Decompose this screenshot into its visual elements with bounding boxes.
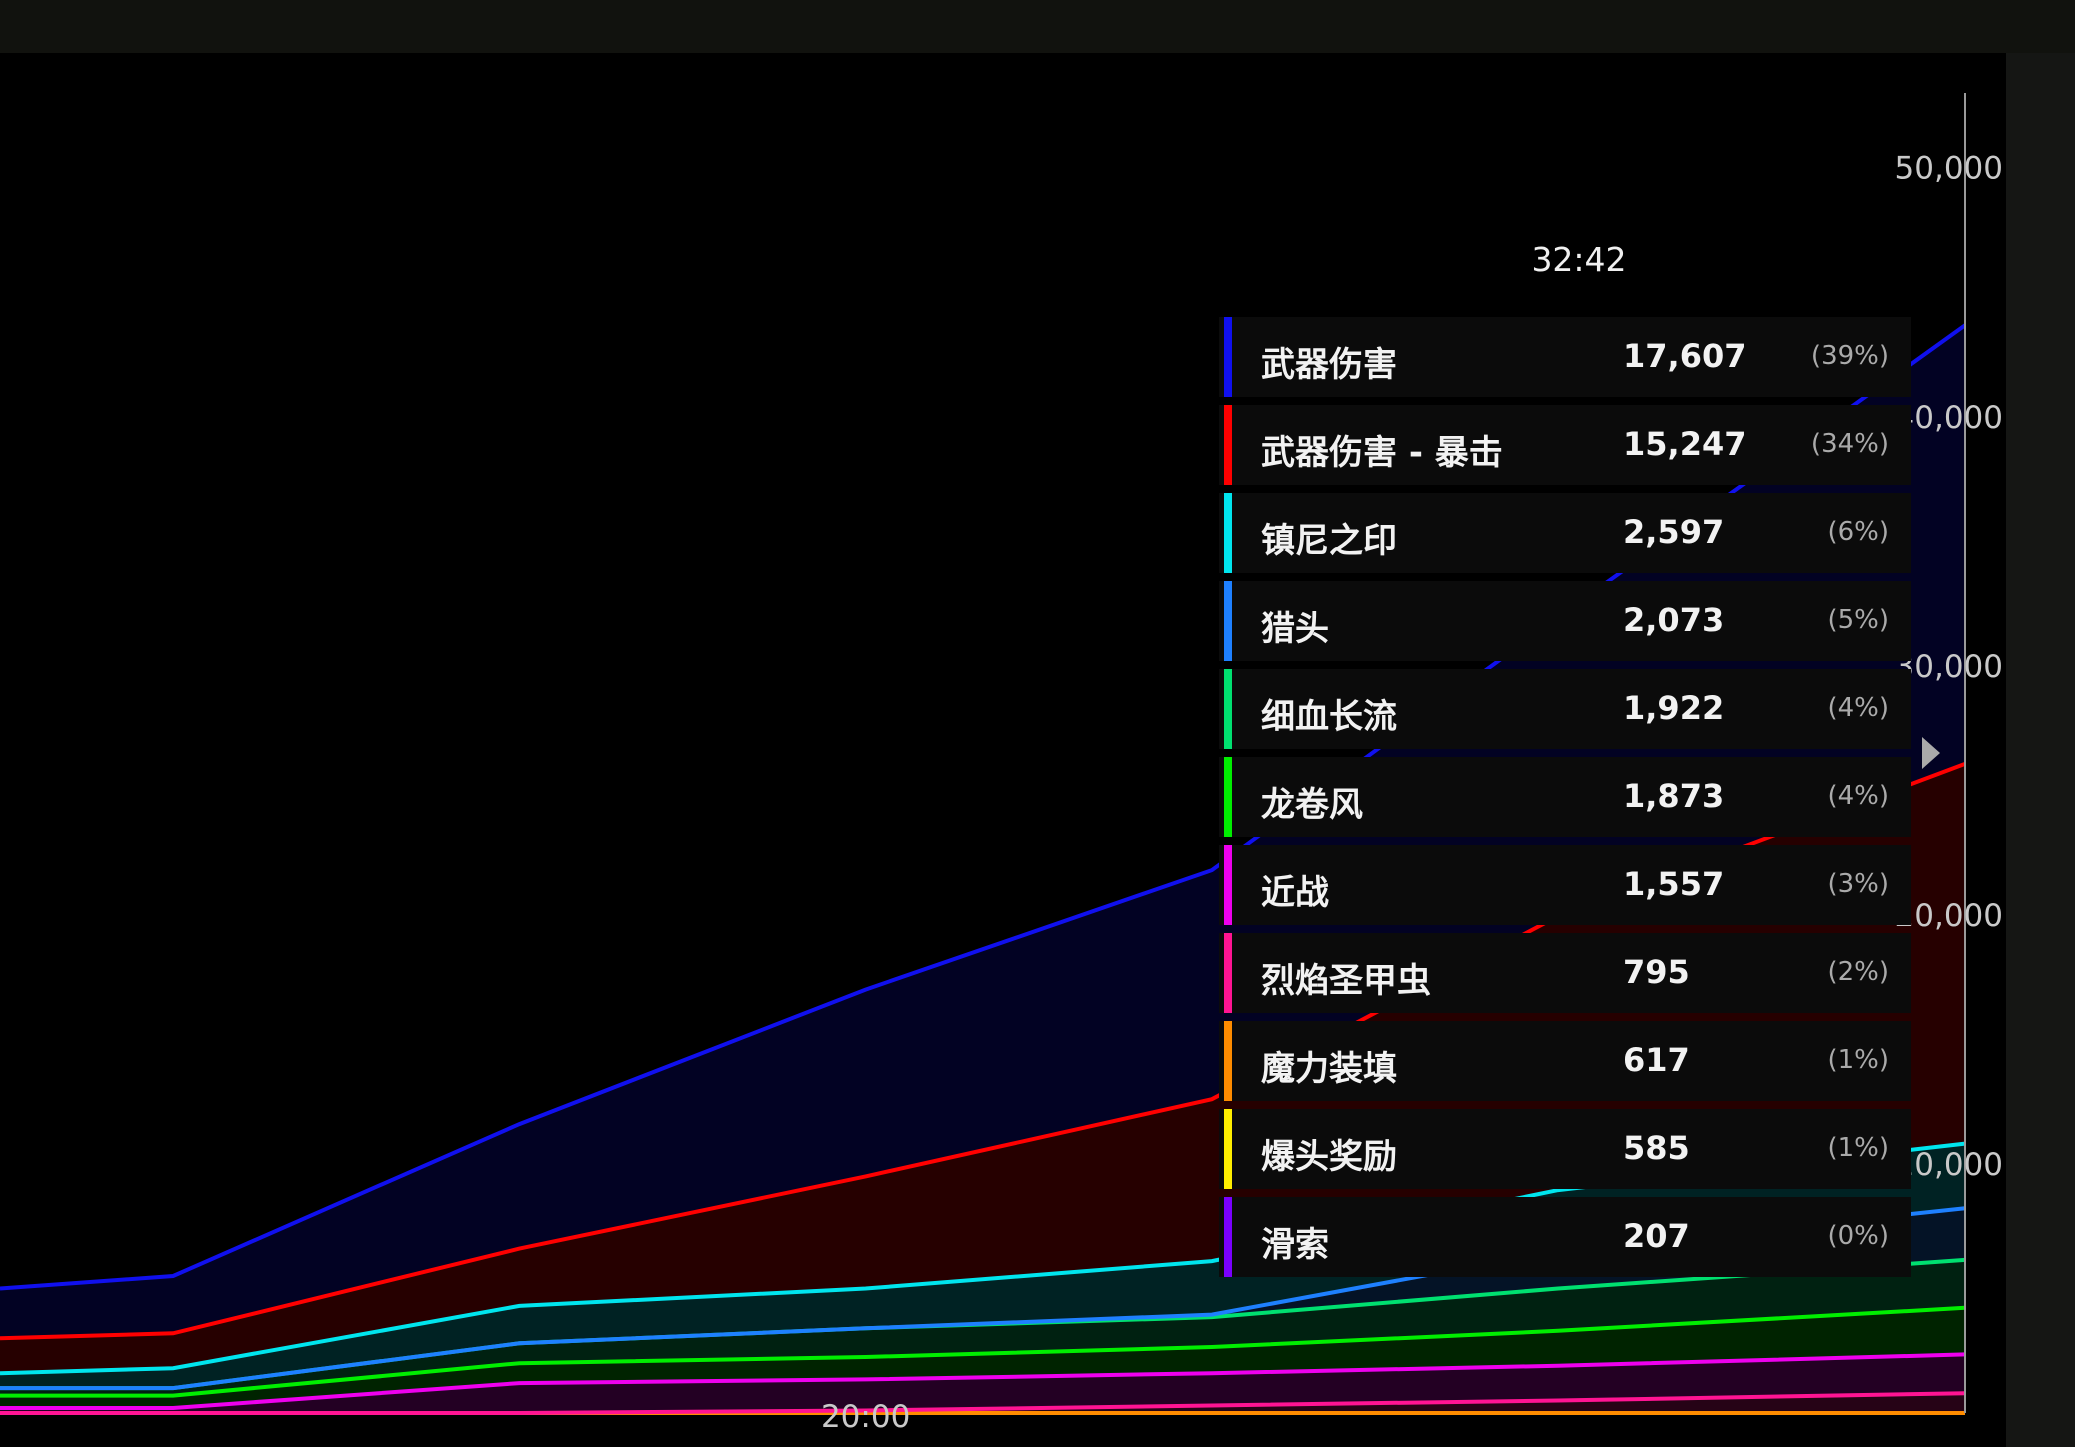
- tooltip-row: 魔力装填 617 (1%): [1219, 1021, 1911, 1101]
- tooltip-series-name: 近战: [1261, 873, 1329, 913]
- series-color-swatch: [1224, 1197, 1232, 1277]
- series-color-swatch: [1224, 405, 1232, 485]
- tooltip-series-percent: (2%): [1827, 957, 1889, 987]
- tooltip-series-percent: (6%): [1827, 517, 1889, 547]
- tooltip-series-percent: (3%): [1827, 869, 1889, 899]
- series-color-swatch: [1224, 1109, 1232, 1189]
- tooltip-row: 猎头 2,073 (5%): [1219, 581, 1911, 661]
- x-axis-ticks: 20:00: [821, 1399, 910, 1435]
- tooltip-series-value: 207: [1623, 1217, 1690, 1255]
- tooltip-series-percent: (1%): [1827, 1133, 1889, 1163]
- tooltip-series-name: 武器伤害 - 暴击: [1261, 433, 1503, 473]
- series-color-swatch: [1224, 845, 1232, 925]
- tooltip-row: 武器伤害 17,607 (39%): [1219, 317, 1911, 397]
- tooltip-series-percent: (5%): [1827, 605, 1889, 635]
- tooltip-series-percent: (39%): [1810, 341, 1889, 371]
- tooltip-row: 近战 1,557 (3%): [1219, 845, 1911, 925]
- series-color-swatch: [1224, 317, 1232, 397]
- tooltip-series-name: 猎头: [1261, 609, 1329, 649]
- tooltip-series-percent: (4%): [1827, 693, 1889, 723]
- series-color-swatch: [1224, 581, 1232, 661]
- tooltip-row: 镇尼之印 2,597 (6%): [1219, 493, 1911, 573]
- tooltip-series-percent: (0%): [1827, 1221, 1889, 1251]
- tooltip-series-value: 1,873: [1623, 777, 1725, 815]
- tooltip-row: 武器伤害 - 暴击 15,247 (34%): [1219, 405, 1911, 485]
- tooltip-series-percent: (1%): [1827, 1045, 1889, 1075]
- tooltip-row: 细血长流 1,922 (4%): [1219, 669, 1911, 749]
- series-color-swatch: [1224, 493, 1232, 573]
- tooltip-series-name: 滑索: [1261, 1225, 1329, 1265]
- tooltip-series-name: 细血长流: [1261, 697, 1397, 737]
- tooltip-row: 龙卷风 1,873 (4%): [1219, 757, 1911, 837]
- x-tick-label: 20:00: [821, 1399, 910, 1435]
- tooltip-series-name: 龙卷风: [1261, 785, 1363, 825]
- series-color-swatch: [1224, 757, 1232, 837]
- tooltip-series-name: 魔力装填: [1261, 1049, 1397, 1089]
- series-color-swatch: [1224, 669, 1232, 749]
- tooltip-series-value: 15,247: [1623, 425, 1747, 463]
- tooltip-series-value: 795: [1623, 953, 1690, 991]
- tooltip-series-percent: (4%): [1827, 781, 1889, 811]
- tooltip-row: 烈焰圣甲虫 795 (2%): [1219, 933, 1911, 1013]
- tooltip-series-value: 585: [1623, 1129, 1690, 1167]
- tooltip-series-value: 17,607: [1623, 337, 1747, 375]
- tooltip-series-name: 武器伤害: [1261, 345, 1397, 385]
- tooltip-series-name: 镇尼之印: [1261, 521, 1397, 561]
- tooltip-series-name: 烈焰圣甲虫: [1261, 961, 1431, 1001]
- tooltip-series-percent: (34%): [1810, 429, 1889, 459]
- series-color-swatch: [1224, 1021, 1232, 1101]
- series-color-swatch: [1224, 933, 1232, 1013]
- tooltip-row: 滑索 207 (0%): [1219, 1197, 1911, 1277]
- tooltip-series-value: 2,597: [1623, 513, 1725, 551]
- tooltip-series-value: 1,557: [1623, 865, 1725, 903]
- tooltip-series-value: 1,922: [1623, 689, 1725, 727]
- tooltip-series-name: 爆头奖励: [1261, 1137, 1397, 1177]
- tooltip-row: 爆头奖励 585 (1%): [1219, 1109, 1911, 1189]
- tooltip-series-value: 617: [1623, 1041, 1690, 1079]
- hover-marker-arrow: [1922, 737, 1940, 769]
- y-tick-label: 50,000: [1895, 151, 2003, 187]
- tooltip-series-value: 2,073: [1623, 601, 1725, 639]
- tooltip-time: 32:42: [1531, 240, 1627, 279]
